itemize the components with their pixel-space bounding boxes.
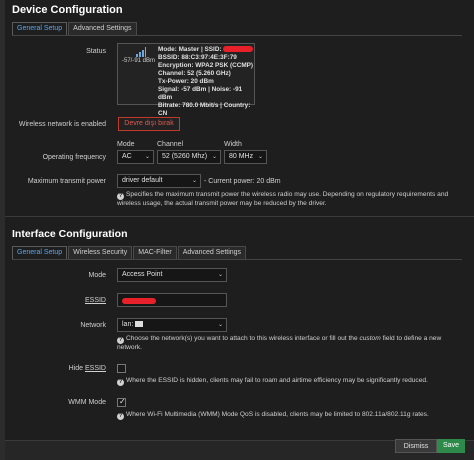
- help-icon: ?: [117, 413, 124, 420]
- tab-mac-filter[interactable]: MAC-Filter: [133, 246, 177, 259]
- operating-frequency-label: Operating frequency: [42, 154, 106, 161]
- section-divider: [5, 216, 474, 217]
- status-signal: Signal: -57 dBm | Noise: -91 dBm: [158, 86, 243, 101]
- chevron-down-icon: ⌄: [191, 178, 197, 184]
- channel-header: Channel: [157, 141, 184, 148]
- status-label: Status: [86, 48, 106, 55]
- interface-tabs: General Setup Wireless Security MAC-Filt…: [12, 246, 247, 259]
- chevron-down-icon: ⌄: [257, 154, 263, 160]
- hide-essid-text: ESSID: [84, 365, 106, 372]
- essid-input[interactable]: [117, 293, 227, 307]
- network-help: ? Choose the network(s) you want to attac…: [117, 335, 462, 353]
- tab-general-setup[interactable]: General Setup: [12, 22, 68, 35]
- wireless-enabled-label: Wireless network is enabled: [18, 121, 106, 128]
- status-txpower: Tx-Power: 20 dBm: [158, 78, 214, 85]
- max-transmit-power-label: Maximum transmit power: [27, 178, 106, 185]
- tx-power-select[interactable]: driver default ⌄: [117, 174, 201, 188]
- width-select-value: 80 MHz: [229, 153, 254, 160]
- wmm-mode-checkbox[interactable]: [117, 397, 126, 407]
- help-icon: ?: [117, 193, 124, 200]
- tab-advanced-settings[interactable]: Advanced Settings: [177, 246, 247, 259]
- help-icon: ?: [117, 337, 124, 344]
- network-select[interactable]: lan: ⌄: [117, 318, 227, 332]
- tab-general-setup[interactable]: General Setup: [12, 246, 68, 259]
- ssid-redaction: [223, 46, 254, 53]
- signal-text: -57/-91 dBm: [122, 58, 156, 64]
- interface-mode-select[interactable]: Access Point ⌄: [117, 268, 227, 282]
- channel-select-value: 52 (5260 Mhz): [162, 153, 208, 160]
- chevron-down-icon: ⌄: [211, 154, 217, 160]
- network-select-value: lan:: [122, 321, 134, 328]
- wmm-mode-label: WMM Mode: [68, 399, 106, 406]
- interface-config-title: Interface Configuration: [12, 228, 128, 240]
- status-encryption: Encryption: WPA2 PSK (CCMP): [158, 62, 254, 69]
- disable-wireless-button[interactable]: Devre dışı bırak: [118, 117, 180, 131]
- current-power-text: - Current power: 20 dBm: [204, 178, 281, 185]
- status-bssid: BSSID: 88:C3:97:4E:3F:79: [158, 54, 237, 61]
- device-config-title: Device Configuration: [12, 4, 123, 16]
- mode-label: Mode: [88, 272, 106, 279]
- network-help-custom: custom: [359, 335, 381, 342]
- network-color-icon: [135, 321, 144, 328]
- essid-label: ESSID: [84, 297, 106, 304]
- interface-mode-value: Access Point: [122, 271, 163, 278]
- status-mode: Mode: Master | SSID:: [158, 46, 222, 53]
- device-tabs-underline: [12, 35, 462, 36]
- hide-essid-label: Hide ESSID: [50, 365, 106, 372]
- save-button[interactable]: Save: [437, 439, 465, 453]
- help-icon: ?: [117, 379, 124, 386]
- dismiss-button[interactable]: Dismiss: [395, 439, 437, 453]
- hide-essid-checkbox[interactable]: [117, 364, 126, 373]
- hide-label-text: Hide: [68, 365, 84, 372]
- channel-select[interactable]: 52 (5260 Mhz) ⌄: [157, 150, 221, 164]
- signal-strength-icon: [136, 47, 146, 57]
- mode-header: Mode: [117, 141, 135, 148]
- width-select[interactable]: 80 MHz ⌄: [224, 150, 267, 164]
- chevron-down-icon: ⌄: [217, 322, 223, 328]
- essid-redaction: [122, 297, 156, 304]
- interface-tabs-underline: [12, 259, 462, 260]
- chevron-down-icon: ⌄: [144, 154, 150, 160]
- status-box: -57/-91 dBm Mode: Master | SSID: BSSID: …: [117, 43, 255, 117]
- width-header: Width: [224, 141, 242, 148]
- wmm-help-text: Where Wi-Fi Multimedia (WMM) Mode QoS is…: [126, 411, 429, 418]
- tx-power-help: ? Specifies the maximum transmit power th…: [117, 191, 462, 209]
- chevron-down-icon: ⌄: [217, 272, 223, 278]
- status-channel: Channel: 52 (5.260 GHz): [158, 70, 231, 77]
- tab-advanced-settings[interactable]: Advanced Settings: [68, 22, 137, 35]
- status-bitrate: Bitrate: 780.0 Mbit/s | Country: CN: [158, 102, 251, 117]
- mode-select-value: AC: [122, 153, 132, 160]
- wmm-help: ? Where Wi-Fi Multimedia (WMM) Mode QoS i…: [117, 411, 462, 420]
- network-help-text-1: Choose the network(s) you want to attach…: [126, 335, 358, 342]
- device-tabs: General Setup Advanced Settings: [12, 22, 138, 35]
- mode-select[interactable]: AC ⌄: [117, 150, 154, 164]
- status-lines: Mode: Master | SSID: BSSID: 88:C3:97:4E:…: [158, 46, 254, 118]
- hide-essid-help-text: Where the ESSID is hidden, clients may f…: [126, 377, 428, 384]
- tab-wireless-security[interactable]: Wireless Security: [68, 246, 133, 259]
- hide-essid-help: ? Where the ESSID is hidden, clients may …: [117, 377, 462, 386]
- left-border: [0, 0, 5, 460]
- tx-power-help-text: Specifies the maximum transmit power the…: [117, 191, 449, 207]
- tx-power-select-value: driver default: [122, 177, 163, 184]
- network-label: Network: [80, 322, 106, 329]
